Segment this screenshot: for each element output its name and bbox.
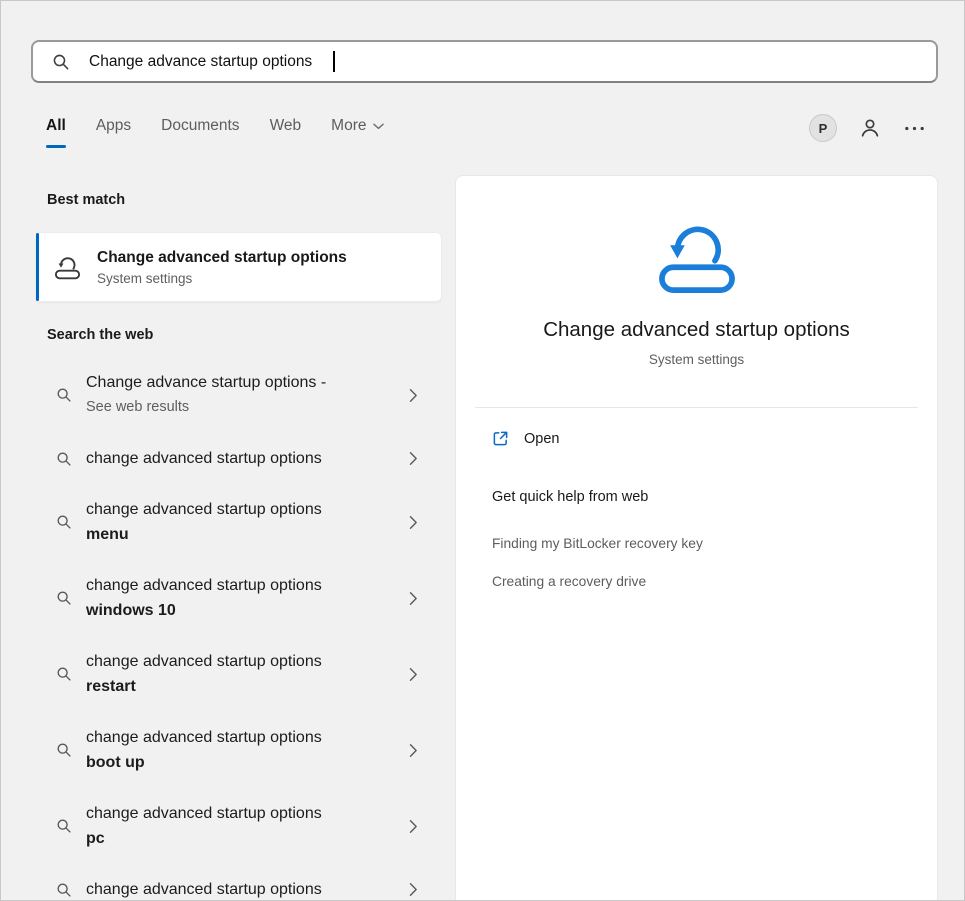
search-icon	[56, 666, 72, 682]
suggestion-item[interactable]: change advanced startup options menu	[35, 484, 442, 560]
suggestion-item[interactable]: change advanced startup options boot up	[35, 712, 442, 788]
results-panel: Best match Change advanced startup optio…	[35, 175, 442, 901]
open-button[interactable]: Open	[456, 416, 937, 461]
header-actions: P	[809, 114, 926, 142]
best-match-subtitle: System settings	[97, 271, 347, 286]
open-label: Open	[524, 431, 559, 447]
tab-web[interactable]: Web	[270, 117, 302, 148]
tab-more[interactable]: More	[331, 117, 384, 148]
search-the-web-heading: Search the web	[47, 327, 442, 343]
search-icon	[56, 387, 72, 403]
result-title: Change advanced startup options	[456, 318, 937, 342]
more-options-button[interactable]	[903, 117, 926, 140]
tab-documents[interactable]: Documents	[161, 117, 239, 148]
suggestion-item[interactable]: change advanced startup options pc	[35, 788, 442, 864]
search-icon	[56, 882, 72, 898]
recovery-icon	[656, 220, 738, 295]
suggestion-item[interactable]: change advanced startup options windows …	[35, 560, 442, 636]
tab-all[interactable]: All	[46, 117, 66, 148]
hero-icon-wrap	[456, 220, 937, 295]
search-filter-tabs: All Apps Documents Web More	[46, 117, 384, 148]
search-icon	[56, 514, 72, 530]
chevron-right-icon	[409, 882, 418, 897]
chevron-right-icon	[409, 388, 418, 403]
chevron-right-icon	[409, 591, 418, 606]
help-link-recovery-drive[interactable]: Creating a recovery drive	[456, 574, 937, 589]
chevron-right-icon	[409, 515, 418, 530]
chevron-right-icon	[409, 743, 418, 758]
suggestion-web-results[interactable]: Change advance startup options - See web…	[35, 357, 442, 433]
tab-apps[interactable]: Apps	[96, 117, 131, 148]
search-icon	[56, 451, 72, 467]
active-tab-underline	[46, 145, 66, 148]
text-caret	[333, 51, 335, 72]
web-suggestions-list: Change advance startup options - See web…	[35, 357, 442, 901]
best-match-text: Change advanced startup options System s…	[97, 249, 347, 286]
help-link-bitlocker[interactable]: Finding my BitLocker recovery key	[456, 536, 937, 551]
user-avatar[interactable]: P	[809, 114, 837, 142]
chevron-right-icon	[409, 667, 418, 682]
result-subtitle: System settings	[456, 352, 937, 367]
selection-indicator	[36, 233, 39, 301]
suggestion-item[interactable]: change advanced startup options	[35, 864, 442, 901]
chevron-down-icon	[373, 123, 384, 130]
best-match-result[interactable]: Change advanced startup options System s…	[35, 232, 442, 302]
divider	[475, 407, 918, 408]
suggestion-item[interactable]: change advanced startup options restart	[35, 636, 442, 712]
ellipsis-icon	[903, 117, 926, 140]
result-details-panel: Change advanced startup options System s…	[455, 175, 938, 901]
account-button[interactable]	[858, 116, 882, 140]
chevron-right-icon	[409, 819, 418, 834]
account-icon	[858, 116, 882, 140]
search-icon	[52, 53, 70, 71]
search-icon	[56, 818, 72, 834]
chevron-right-icon	[409, 451, 418, 466]
quick-help-heading: Get quick help from web	[456, 489, 937, 505]
best-match-title: Change advanced startup options	[97, 249, 347, 267]
best-match-heading: Best match	[47, 192, 442, 208]
search-input[interactable]: Change advance startup options	[31, 40, 938, 83]
search-icon	[56, 742, 72, 758]
search-query-text: Change advance startup options	[89, 53, 312, 71]
search-icon	[56, 590, 72, 606]
open-external-icon	[492, 430, 509, 447]
suggestion-item[interactable]: change advanced startup options	[35, 433, 442, 484]
recovery-icon	[54, 255, 81, 280]
